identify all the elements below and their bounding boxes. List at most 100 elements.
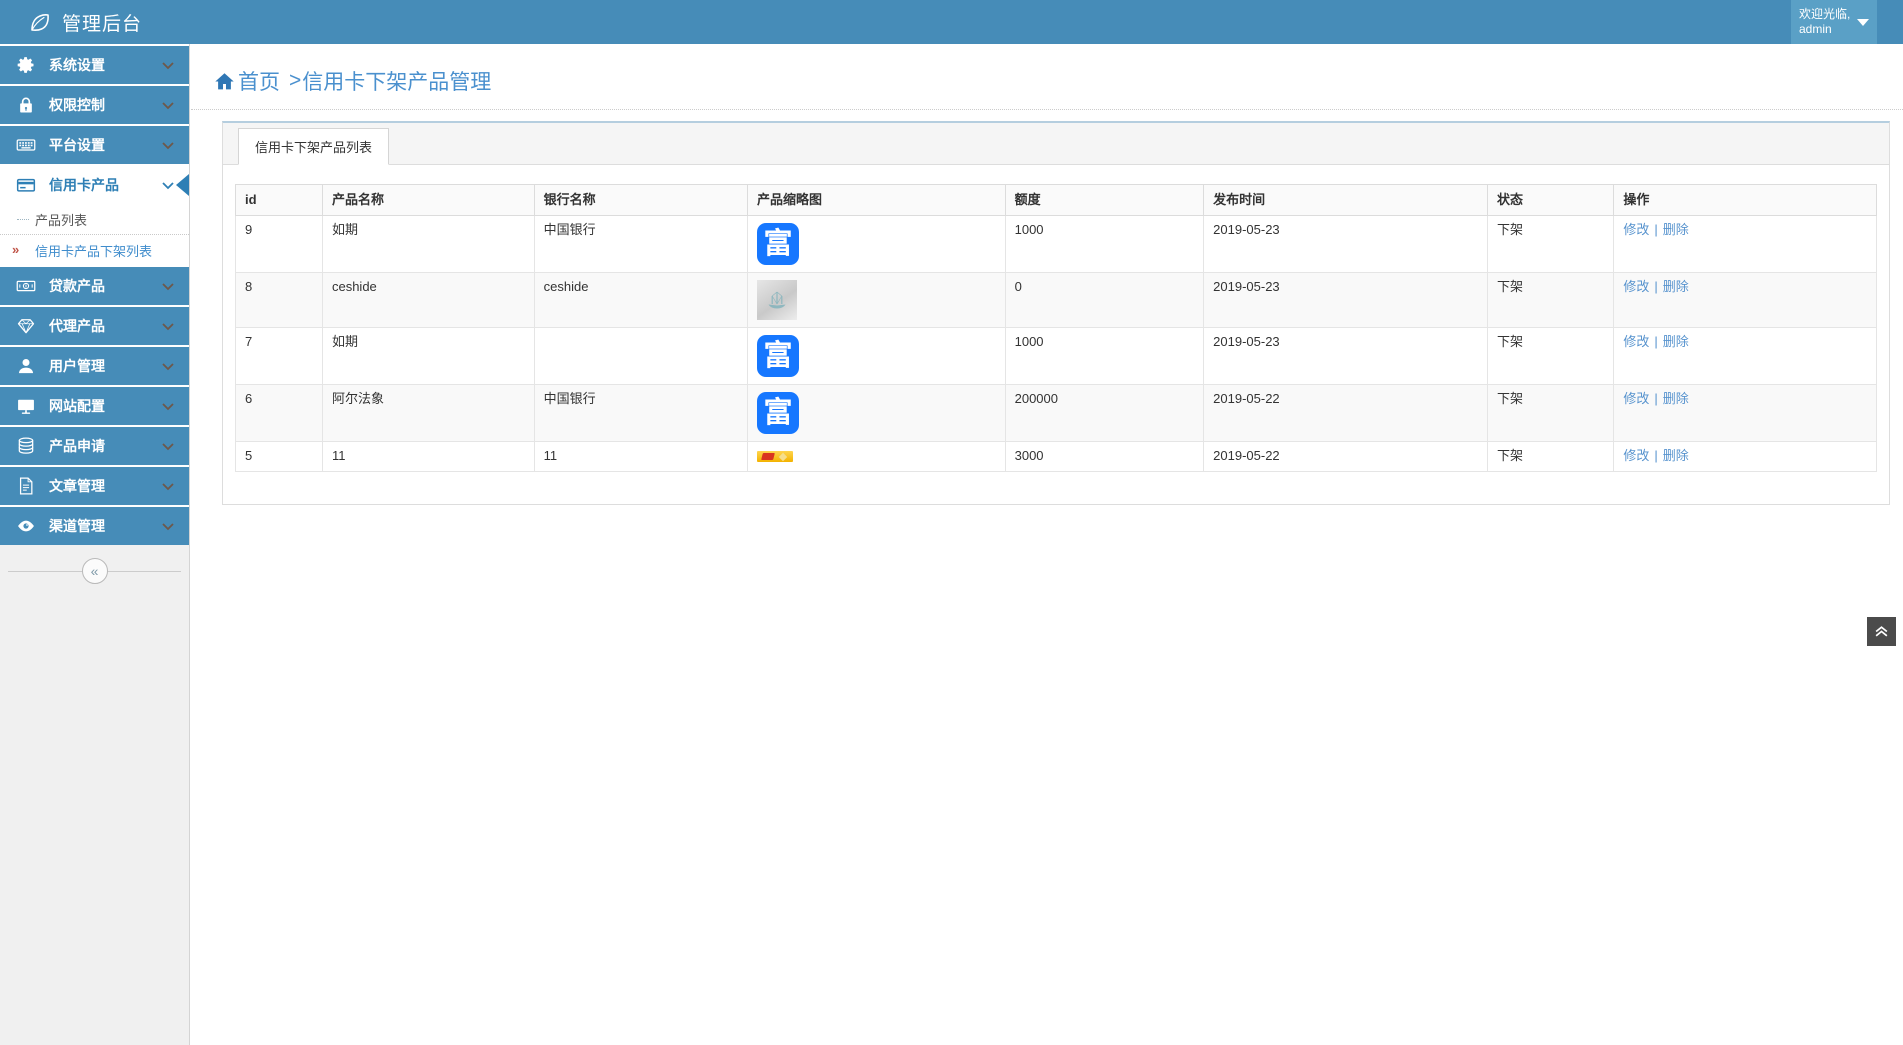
sidebar-item-label: 贷款产品: [49, 278, 105, 294]
tab-bar: 信用卡下架产品列表: [223, 123, 1889, 165]
table-row: 5 11 11 3000 2019-05-22 下架 修改 | 删除: [235, 441, 1877, 472]
cell-publish-date: 2019-05-23: [1203, 272, 1489, 328]
welcome-text: 欢迎光临, admin: [1799, 7, 1855, 37]
sidebar-item-channel-management[interactable]: 渠道管理: [0, 505, 189, 545]
cell-publish-date: 2019-05-22: [1203, 441, 1489, 472]
sidebar: 系统设置权限控制平台设置 信用卡产品产品列表 » 信用卡产品下架列表贷款产品代理产品用…: [0, 44, 190, 1045]
chevron-down-icon: [162, 322, 174, 331]
cell-status: 下架: [1487, 327, 1615, 385]
sidebar-item-website-config[interactable]: 网站配置: [0, 385, 189, 425]
table-row: 6 阿尔法象 中国银行富 200000 2019-05-22 下架 修改 | 删除: [235, 384, 1877, 442]
table-body: 9 如期 中国银行富 1000 2019-05-23 下架 修改 | 删除 8 ceshide ces…: [235, 215, 1877, 472]
cell-bank-name: 中国银行: [533, 384, 748, 442]
cell-product-name: ceshide: [321, 272, 535, 328]
product-thumbnail-ship-logo: [756, 280, 797, 320]
sidebar-item-platform-settings[interactable]: 平台设置: [0, 124, 189, 164]
sidebar-item-label: 产品申请: [49, 438, 105, 454]
cell-product-name: 11: [321, 441, 535, 472]
edit-link[interactable]: 修改: [1623, 391, 1649, 406]
delete-link[interactable]: 删除: [1663, 391, 1689, 406]
sidebar-item-agent-products[interactable]: 代理产品: [0, 305, 189, 345]
username: admin: [1799, 22, 1832, 36]
cell-id: 8: [235, 272, 323, 328]
cell-product-name: 阿尔法象: [321, 384, 535, 442]
cell-quota: 1000: [1004, 215, 1205, 273]
cell-status: 下架: [1487, 384, 1615, 442]
product-thumbnail-fu-icon: 富: [756, 335, 799, 377]
cell-quota: 3000: [1004, 441, 1205, 472]
banknote-icon: [16, 276, 36, 296]
chevron-down-icon: [162, 362, 174, 371]
active-item-notch: [176, 174, 189, 196]
table-row: 9 如期 中国银行富 1000 2019-05-23 下架 修改 | 删除: [235, 215, 1877, 273]
cell-id: 5: [235, 441, 323, 472]
action-separator: |: [1654, 448, 1658, 463]
action-separator: |: [1654, 222, 1658, 237]
main-content: 首页 > 信用卡下架产品管理 信用卡下架产品列表 id 产品名称 银行名称 产品缩略图…: [191, 44, 1903, 1045]
chevron-down-icon: [162, 522, 174, 531]
sidebar-item-label: 系统设置: [49, 57, 105, 73]
chevron-down-icon: [162, 282, 174, 291]
action-separator: |: [1654, 279, 1658, 294]
back-to-top-button[interactable]: [1867, 617, 1896, 646]
gear-icon: [16, 55, 36, 75]
edit-link[interactable]: 修改: [1623, 334, 1649, 349]
sidebar-item-product-application[interactable]: 产品申请: [0, 425, 189, 465]
column-header: 操作: [1613, 184, 1877, 216]
page-title: 信用卡下架产品管理: [302, 71, 492, 94]
chevron-down-icon: [162, 482, 174, 491]
edit-link[interactable]: 修改: [1623, 222, 1649, 237]
sidebar-item-label: 代理产品: [49, 318, 105, 334]
column-header: 发布时间: [1203, 184, 1489, 216]
double-chevron-up-icon: [1875, 626, 1888, 637]
sidebar-item-user-management[interactable]: 用户管理: [0, 345, 189, 385]
eye-icon: [16, 516, 36, 536]
column-header: 状态: [1487, 184, 1615, 216]
cell-actions: 修改 | 删除: [1613, 327, 1877, 385]
chevron-down-icon: [162, 101, 174, 110]
sidebar-item-article-management[interactable]: 文章管理: [0, 465, 189, 505]
cell-status: 下架: [1487, 272, 1615, 328]
sidebar-subitem-credit-card-offshelf-list[interactable]: » 信用卡产品下架列表: [0, 234, 189, 265]
chevron-down-icon: [162, 141, 174, 150]
delete-link[interactable]: 删除: [1663, 334, 1689, 349]
cell-actions: 修改 | 删除: [1613, 384, 1877, 442]
database-icon: [16, 436, 36, 456]
cell-thumbnail: [746, 272, 1006, 328]
sidebar-item-loan-products[interactable]: 贷款产品: [0, 265, 189, 305]
column-header: 银行名称: [533, 184, 748, 216]
sidebar-collapse-row: «: [0, 558, 189, 584]
sidebar-item-credit-card-products[interactable]: 信用卡产品: [0, 164, 189, 204]
cell-quota: 0: [1004, 272, 1205, 328]
edit-link[interactable]: 修改: [1623, 279, 1649, 294]
cell-thumbnail: 富: [746, 215, 1006, 273]
tab-offshelf-product-list[interactable]: 信用卡下架产品列表: [238, 128, 390, 165]
action-separator: |: [1654, 334, 1658, 349]
cell-id: 9: [235, 215, 323, 273]
user-menu[interactable]: 欢迎光临, admin: [1791, 0, 1877, 44]
document-icon: [16, 476, 36, 496]
column-header: 额度: [1004, 184, 1205, 216]
sidebar-subitem-product-list[interactable]: 产品列表: [0, 204, 189, 234]
cell-bank-name: [533, 327, 748, 385]
sidebar-item-permission-control[interactable]: 权限控制: [0, 84, 189, 124]
delete-link[interactable]: 删除: [1663, 222, 1689, 237]
breadcrumb-home-link[interactable]: 首页: [238, 66, 280, 96]
edit-link[interactable]: 修改: [1623, 448, 1649, 463]
sidebar-collapse-button[interactable]: «: [81, 558, 108, 584]
delete-link[interactable]: 删除: [1663, 448, 1689, 463]
table-header-row: id 产品名称 银行名称 产品缩略图 额度 发布时间 状态 操作: [235, 184, 1877, 216]
sidebar-subitem-label: 产品列表: [35, 212, 88, 228]
action-separator: |: [1654, 391, 1658, 406]
cell-bank-name: 中国银行: [533, 215, 748, 273]
sidebar-item-system-settings[interactable]: 系统设置: [0, 44, 189, 84]
home-icon: [214, 71, 235, 92]
chevron-down-icon: [162, 442, 174, 451]
chevron-down-icon: [162, 61, 174, 70]
table-container: id 产品名称 银行名称 产品缩略图 额度 发布时间 状态 操作 9 如期 中国银行富 1000 20…: [223, 165, 1889, 504]
delete-link[interactable]: 删除: [1663, 279, 1689, 294]
sidebar-item-label: 权限控制: [49, 97, 105, 113]
product-thumbnail-fu-icon: 富: [756, 392, 799, 434]
cell-actions: 修改 | 删除: [1613, 215, 1877, 273]
sidebar-item-label: 网站配置: [49, 398, 105, 414]
